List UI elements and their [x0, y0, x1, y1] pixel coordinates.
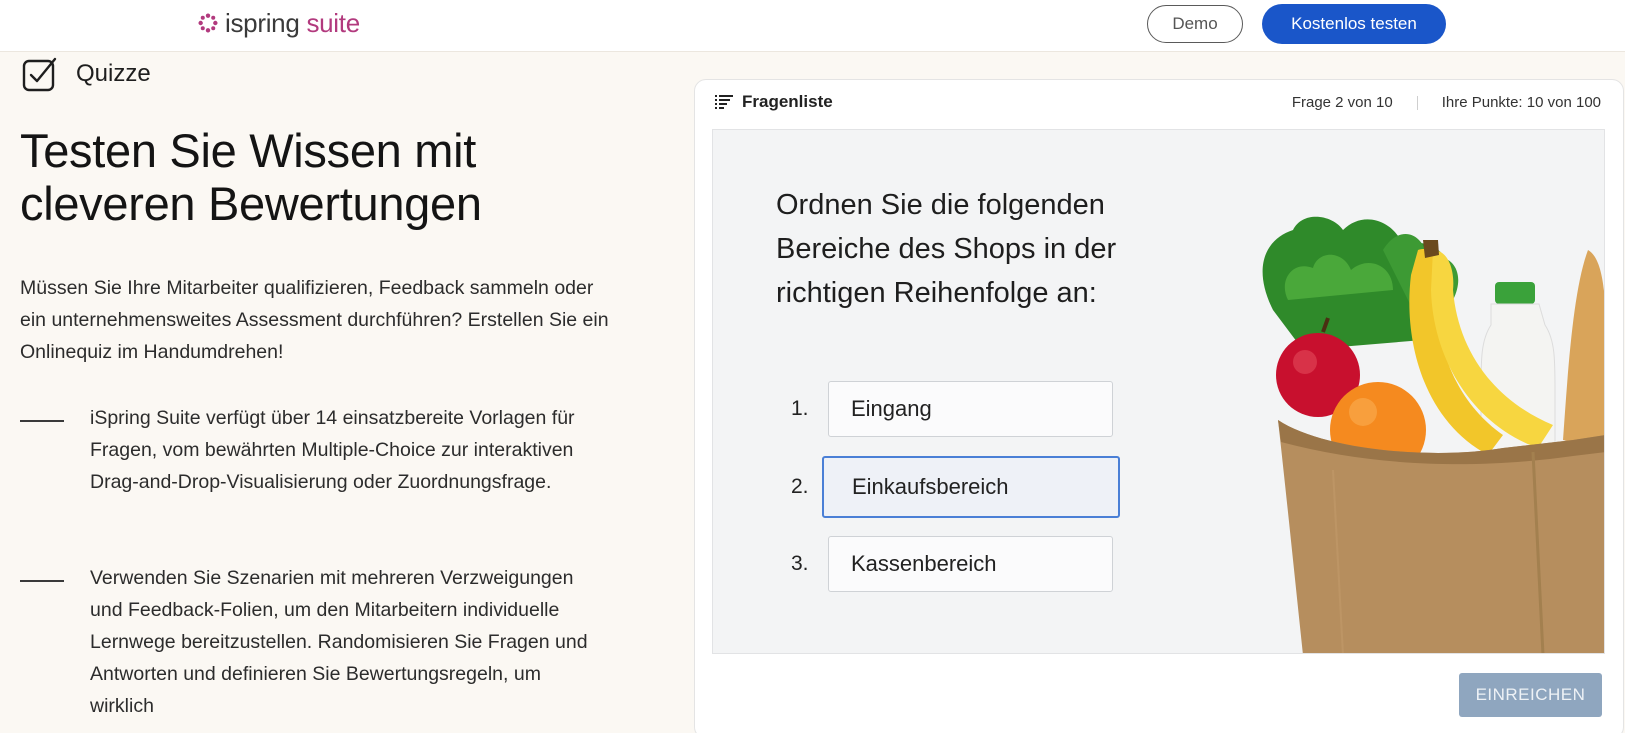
list-icon	[715, 95, 733, 109]
quiz-demo-card: Fragenliste Frage 2 von 10 Ihre Punkte: …	[694, 79, 1624, 733]
question-slide: Ordnen Sie die folgenden Bereiche des Sh…	[712, 129, 1605, 654]
question-text: Ordnen Sie die folgenden Bereiche des Sh…	[776, 189, 1117, 309]
quiz-progress: Frage 2 von 10 Ihre Punkte: 10 von 100	[1292, 94, 1601, 111]
demo-button[interactable]: Demo	[1147, 5, 1243, 43]
checkbox-checked-icon	[22, 57, 57, 92]
option-number: 1.	[791, 397, 809, 420]
sequence-option[interactable]: 2. Einkaufsbereich	[713, 456, 1133, 519]
section-label-text: Quizze	[76, 60, 151, 87]
score-counter: Ihre Punkte: 10 von 100	[1441, 94, 1601, 111]
logo-word-ispring: ispring	[225, 7, 300, 38]
question-list-label: Fragenliste	[742, 92, 833, 111]
headline-line-2: cleveren Bewertungen	[20, 177, 482, 230]
ispring-flower-icon	[198, 13, 218, 33]
question-list-toggle[interactable]: Fragenliste	[715, 92, 833, 112]
logo-text: ispring suite	[225, 8, 360, 39]
logo-word-suite: suite	[306, 7, 360, 38]
sequence-option[interactable]: 3. Kassenbereich	[713, 536, 1133, 596]
draggable-answer-einkaufsbereich[interactable]: Einkaufsbereich	[822, 456, 1120, 518]
option-number: 2.	[791, 475, 809, 498]
try-free-button[interactable]: Kostenlos testen	[1262, 4, 1446, 44]
option-number: 3.	[791, 552, 809, 575]
feature-text: iSpring Suite verfügt über 14 einsatzber…	[90, 407, 575, 493]
headline-line-1: Testen Sie Wissen mit	[20, 124, 477, 177]
feature-text: Verwenden Sie Szenarien mit mehreren Ver…	[90, 567, 588, 717]
section-label: Quizze	[22, 56, 151, 92]
draggable-answer-eingang[interactable]: Eingang	[828, 381, 1113, 437]
page-headline: Testen Sie Wissen mit cleveren Bewertung…	[20, 124, 640, 230]
ispring-logo[interactable]: ispring suite	[197, 8, 360, 38]
grocery-bag-image	[1262, 216, 1604, 653]
progress-divider	[1416, 95, 1418, 110]
sequence-option[interactable]: 1. Eingang	[713, 381, 1133, 441]
submit-button[interactable]: EINREICHEN	[1459, 673, 1602, 717]
intro-paragraph: Müssen Sie Ihre Mitarbeiter qualifiziere…	[20, 277, 609, 363]
question-counter: Frage 2 von 10	[1291, 94, 1393, 111]
draggable-answer-kassenbereich[interactable]: Kassenbereich	[828, 536, 1113, 592]
feature-dash	[20, 580, 64, 582]
feature-dash	[20, 420, 64, 422]
top-navigation-bar: ispring suite Demo Kostenlos testen	[0, 0, 1625, 52]
